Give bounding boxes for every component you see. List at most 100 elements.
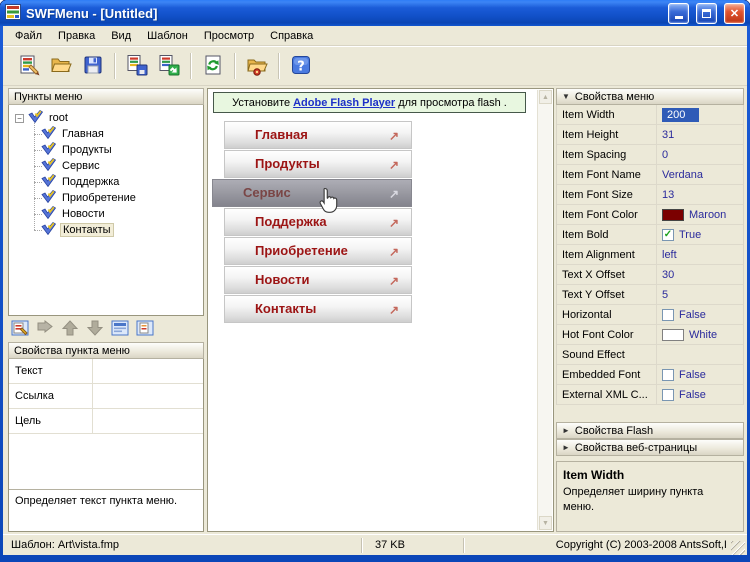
menu-items-tree[interactable]: − root Главная Продукты Сервис Поддержка При… xyxy=(8,105,204,316)
menubar-item-4[interactable]: Шаблон xyxy=(139,27,196,45)
add-item-button[interactable] xyxy=(9,319,31,339)
property-row[interactable]: Text Y Offset 5 xyxy=(557,285,743,305)
scroll-up-icon[interactable]: ▲ xyxy=(539,90,552,104)
property-value[interactable]: 5 xyxy=(657,289,743,301)
property-row[interactable]: Sound Effect xyxy=(557,345,743,365)
preview-scrollbar[interactable]: ▲ ▼ xyxy=(537,90,552,530)
item-properties-button[interactable] xyxy=(109,319,131,339)
tree-item[interactable]: Приобретение xyxy=(34,189,201,206)
property-row[interactable]: Item Height 31 xyxy=(557,125,743,145)
property-value[interactable]: left xyxy=(657,249,743,261)
refresh-preview-button[interactable] xyxy=(197,51,229,81)
property-value[interactable]: 30 xyxy=(657,269,743,281)
tree-item-label[interactable]: Продукты xyxy=(60,144,114,156)
checkbox-icon[interactable] xyxy=(662,308,674,321)
resize-grip[interactable] xyxy=(731,540,745,555)
menu-node-icon xyxy=(41,173,57,190)
export-template-button[interactable] xyxy=(121,51,153,81)
checkbox-icon[interactable] xyxy=(662,368,674,381)
property-row[interactable]: Item Font Color Maroon xyxy=(557,205,743,225)
open-icon xyxy=(50,54,72,79)
minimize-button[interactable] xyxy=(668,2,689,24)
publish-button[interactable] xyxy=(241,51,273,81)
property-value[interactable]: ✓ True xyxy=(657,228,743,241)
save-button[interactable] xyxy=(77,51,109,81)
property-value[interactable]: Verdana xyxy=(657,169,743,181)
item-prop-row[interactable]: Текст xyxy=(9,359,203,384)
collapse-expander-icon[interactable]: − xyxy=(15,113,24,123)
property-row[interactable]: Item Font Name Verdana xyxy=(557,165,743,185)
tree-item-label[interactable]: Новости xyxy=(60,208,107,220)
property-value-text: False xyxy=(679,388,706,401)
menubar-item-2[interactable]: Правка xyxy=(50,27,103,45)
item-prop-row[interactable]: Ссылка xyxy=(9,384,203,409)
help-button[interactable]: ? xyxy=(285,51,317,81)
title-bar[interactable]: SWFMenu - [Untitled] ✕ xyxy=(0,0,750,26)
menubar-item-1[interactable]: Файл xyxy=(7,27,50,45)
item-prop-row[interactable]: Цель xyxy=(9,409,203,434)
preview-menu-item[interactable]: Контакты ↗ xyxy=(224,295,412,323)
preview-menu-item[interactable]: Новости ↗ xyxy=(224,266,412,294)
scroll-down-icon[interactable]: ▼ xyxy=(539,516,552,530)
item-prop-value[interactable] xyxy=(93,384,203,408)
export-swf-button[interactable] xyxy=(153,51,185,81)
property-value[interactable]: 200 xyxy=(657,107,743,122)
item-prop-value[interactable] xyxy=(93,409,203,433)
property-row[interactable]: Item Font Size 13 xyxy=(557,185,743,205)
tree-item[interactable]: Продукты xyxy=(34,141,201,158)
tree-item-label[interactable]: Сервис xyxy=(60,160,102,172)
property-row[interactable]: Item Width 200 xyxy=(557,105,743,125)
property-row[interactable]: Hot Font Color White xyxy=(557,325,743,345)
checkbox-icon[interactable] xyxy=(662,388,674,401)
tree-root-row[interactable]: − root xyxy=(15,109,201,126)
menu-props-section-header[interactable]: ▼ Свойства меню xyxy=(556,88,744,105)
tree-item-label[interactable]: Главная xyxy=(60,128,106,140)
tree-item[interactable]: Новости xyxy=(34,205,201,222)
property-row[interactable]: Item Bold ✓ True xyxy=(557,225,743,245)
property-value[interactable]: 0 xyxy=(657,149,743,161)
close-button[interactable]: ✕ xyxy=(724,2,745,24)
property-value[interactable]: Maroon xyxy=(657,208,743,221)
property-value[interactable]: False xyxy=(657,388,743,401)
tree-item-label[interactable]: Приобретение xyxy=(60,192,138,204)
property-row[interactable]: Text X Offset 30 xyxy=(557,265,743,285)
preview-menu-item[interactable]: Приобретение ↗ xyxy=(224,237,412,265)
property-row[interactable]: Horizontal False xyxy=(557,305,743,325)
publish-icon xyxy=(246,54,268,79)
new-template-button[interactable] xyxy=(13,51,45,81)
property-value[interactable]: 31 xyxy=(657,129,743,141)
adobe-flash-player-link[interactable]: Adobe Flash Player xyxy=(293,97,395,109)
menubar-item-5[interactable]: Просмотр xyxy=(196,27,262,45)
property-value[interactable]: White xyxy=(657,328,743,341)
web-props-section-header[interactable]: ► Свойства веб-страницы xyxy=(556,439,744,456)
property-row[interactable]: Item Alignment left xyxy=(557,245,743,265)
property-row[interactable]: Embedded Font False xyxy=(557,365,743,385)
link-arrow-icon: ↗ xyxy=(388,274,399,288)
open-button[interactable] xyxy=(45,51,77,81)
property-value-text: False xyxy=(679,308,706,321)
item-prop-value[interactable] xyxy=(93,359,203,383)
tree-root-label[interactable]: root xyxy=(47,112,70,124)
status-bar: Шаблон: Art\vista.fmp 37 KB Copyright (C… xyxy=(3,534,747,555)
preview-menu-item[interactable]: Сервис ↗ xyxy=(212,179,412,207)
checkbox-icon[interactable]: ✓ xyxy=(662,228,674,241)
property-value[interactable]: False xyxy=(657,308,743,321)
property-value[interactable]: False xyxy=(657,368,743,381)
flash-props-section-header[interactable]: ► Свойства Flash xyxy=(556,422,744,439)
property-row[interactable]: External XML C... False xyxy=(557,385,743,405)
tree-item[interactable]: Контакты xyxy=(34,221,201,238)
menubar-item-6[interactable]: Справка xyxy=(262,27,321,45)
delete-item-button[interactable] xyxy=(134,319,156,339)
tree-item-label[interactable]: Контакты xyxy=(60,223,114,237)
selected-value[interactable]: 200 xyxy=(662,107,700,122)
maximize-button[interactable] xyxy=(696,2,717,24)
tree-item[interactable]: Главная xyxy=(34,125,201,142)
tree-item[interactable]: Сервис xyxy=(34,157,201,174)
tree-item[interactable]: Поддержка xyxy=(34,173,201,190)
property-row[interactable]: Item Spacing 0 xyxy=(557,145,743,165)
menubar-item-3[interactable]: Вид xyxy=(103,27,139,45)
preview-menu-item[interactable]: Продукты ↗ xyxy=(224,150,412,178)
preview-menu-item[interactable]: Главная ↗ xyxy=(224,121,412,149)
property-value[interactable]: 13 xyxy=(657,189,743,201)
tree-item-label[interactable]: Поддержка xyxy=(60,176,121,188)
